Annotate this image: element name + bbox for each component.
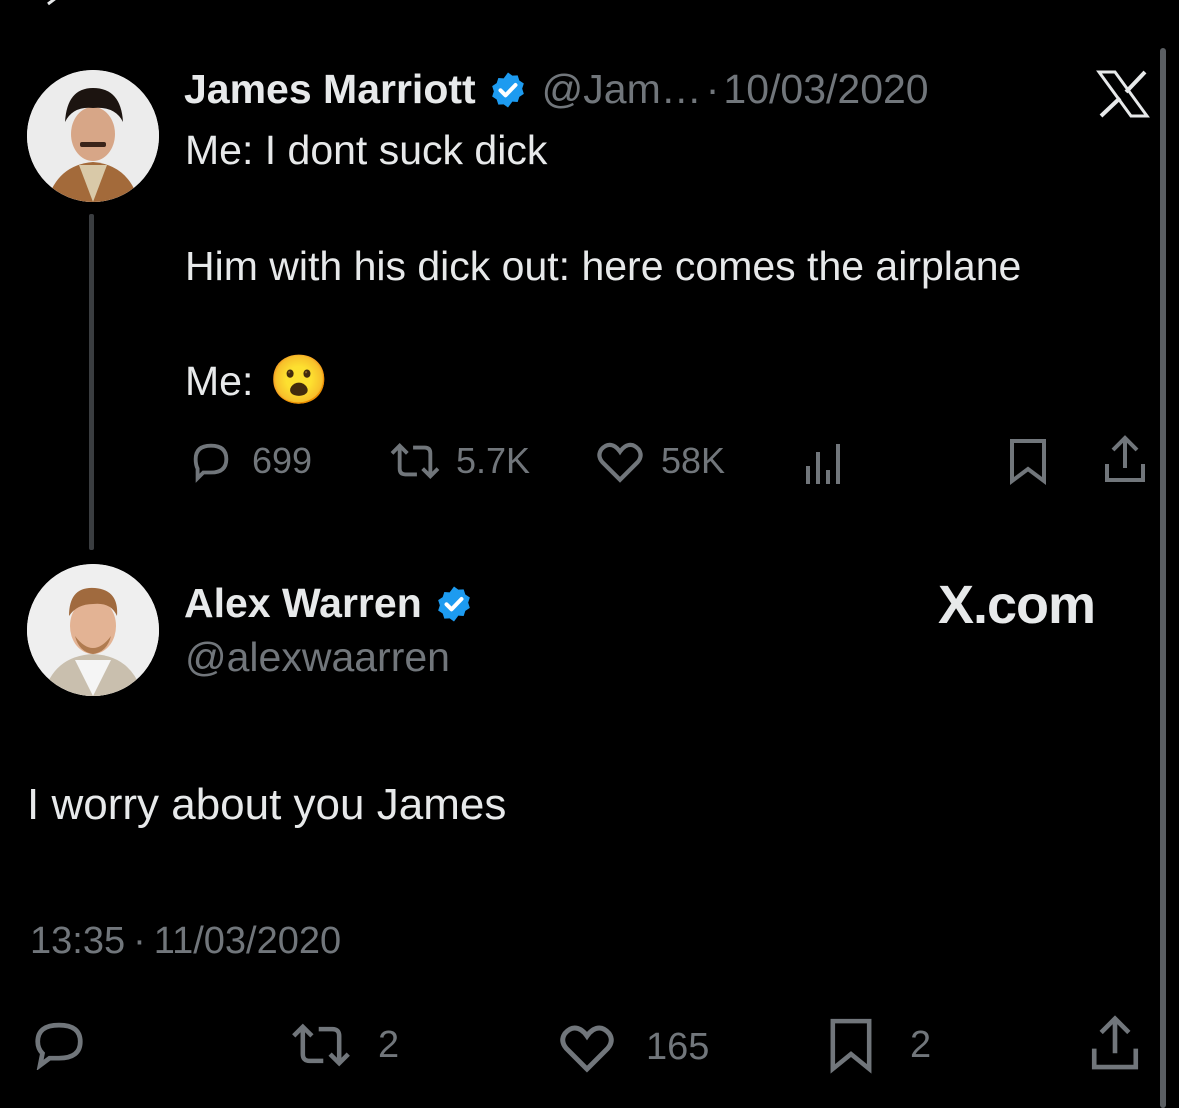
meta-separator: · <box>705 66 720 112</box>
reply-header: Alex Warren <box>184 580 474 627</box>
reply-text: I worry about you James <box>27 780 507 829</box>
thread-connector-line <box>89 214 94 550</box>
reply-repost-button[interactable]: 2 <box>286 1020 399 1070</box>
repost-button[interactable]: 5.7K <box>386 438 530 484</box>
author-handle[interactable]: @Jam… <box>542 66 702 113</box>
reply-author-name[interactable]: Alex Warren <box>184 580 422 627</box>
tweet-text-me: Me: <box>185 358 254 404</box>
avatar-james[interactable] <box>27 70 159 202</box>
reply-bookmark-count: 2 <box>910 1023 932 1066</box>
reply-like-button[interactable]: 165 <box>556 1020 709 1074</box>
reply-bookmark-button[interactable]: 2 <box>826 1016 931 1074</box>
reply-like-count: 165 <box>646 1025 710 1068</box>
like-icon <box>597 442 643 483</box>
reply-button[interactable]: 699 <box>188 438 312 484</box>
tweet-date[interactable]: 10/03/2020 <box>723 66 928 113</box>
share-icon[interactable] <box>1087 1014 1143 1074</box>
avatar-alex[interactable] <box>27 564 159 696</box>
tweet-text-line-2: Him with his dick out: here comes the ai… <box>185 243 1022 289</box>
surprised-face-emoji: 😮 <box>269 354 330 407</box>
bookmark-icon <box>830 1018 872 1074</box>
reply-time: 13:35 <box>30 920 126 962</box>
verified-badge-icon <box>491 72 524 107</box>
tweet-text-line-1: Me: I dont suck dick <box>185 127 548 173</box>
verified-badge-icon <box>437 586 470 621</box>
x-logo-icon <box>1096 70 1150 118</box>
reply-timestamp[interactable]: 13:35 · 11/03/2020 <box>30 920 341 963</box>
like-icon <box>560 1025 614 1073</box>
reply-icon[interactable] <box>28 1018 90 1070</box>
share-icon[interactable] <box>1101 434 1149 486</box>
repost-count: 5.7K <box>456 440 531 481</box>
reply-date: 11/03/2020 <box>153 920 342 962</box>
reply-count: 699 <box>252 440 313 481</box>
scrollbar[interactable] <box>1160 48 1166 1108</box>
tweet-text-line-3: Me: 😮 <box>185 356 329 406</box>
bookmark-icon[interactable] <box>1006 437 1050 485</box>
tweet-header: James Marriott @Jam… · 10/03/2020 <box>184 66 929 113</box>
reply-author-handle[interactable]: @alexwaarren <box>185 634 450 681</box>
author-name[interactable]: James Marriott <box>184 66 476 113</box>
back-arrow-icon[interactable] <box>44 0 64 8</box>
repost-icon <box>292 1023 350 1067</box>
reply-repost-count: 2 <box>378 1023 400 1066</box>
reply-icon <box>193 443 229 483</box>
views-icon[interactable] <box>804 440 846 484</box>
header-partial-title <box>520 0 660 6</box>
timestamp-separator: · <box>133 920 146 962</box>
repost-icon <box>390 442 440 480</box>
like-count: 58K <box>661 440 726 481</box>
brand-watermark: X.com <box>938 575 1096 635</box>
like-button[interactable]: 58K <box>595 438 725 484</box>
